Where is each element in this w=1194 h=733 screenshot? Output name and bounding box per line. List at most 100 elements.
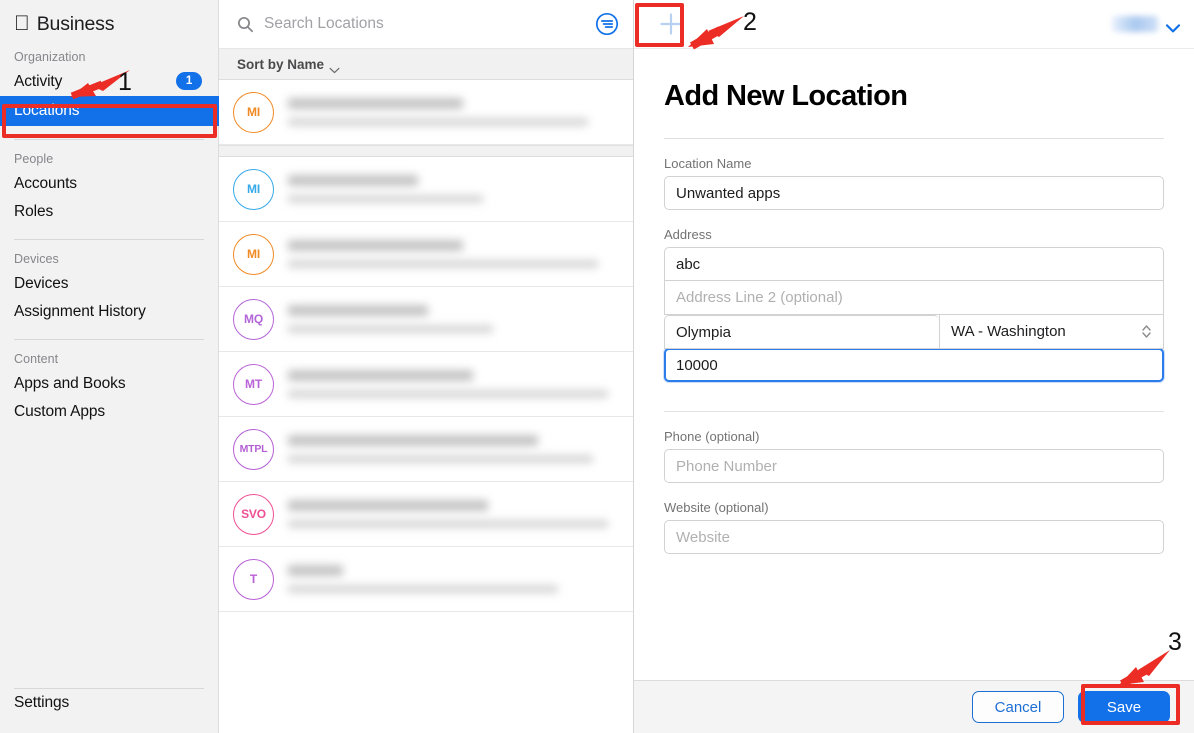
phone-field[interactable]: Phone Number — [664, 449, 1164, 483]
list-item-subtitle-blurred — [288, 585, 558, 593]
phone-label: Phone (optional) — [664, 429, 760, 444]
address-line1-field[interactable]: abc — [664, 247, 1164, 281]
address-line2-field[interactable]: Address Line 2 (optional) — [664, 281, 1164, 315]
search-bar — [219, 0, 633, 49]
sidebar-item-locations[interactable]: Locations — [0, 96, 219, 126]
list-group-separator — [219, 145, 633, 157]
account-menu[interactable] — [1112, 16, 1181, 33]
nav-group-label-content: Content — [14, 352, 59, 366]
list-item-subtitle-blurred — [288, 325, 493, 333]
sidebar-item-label-custom-apps: Custom Apps — [14, 403, 106, 420]
sidebar-item-assignment-history[interactable]: Assignment History — [14, 298, 218, 326]
avatar: MI — [233, 168, 274, 210]
sidebar-item-label-activity: Activity — [14, 73, 63, 90]
state-select-value: WA - Washington — [951, 323, 1066, 340]
sidebar-item-custom-apps[interactable]: Custom Apps — [14, 398, 218, 426]
list-item[interactable]: T — [219, 547, 633, 612]
nav-group-organization: Organization Activity 1 Locations — [0, 38, 219, 126]
sidebar-item-label-settings: Settings — [14, 694, 70, 711]
nav-group-people: People Accounts Roles — [0, 140, 218, 226]
list-item-title-blurred — [288, 175, 418, 186]
page-title: Add New Location — [664, 80, 908, 112]
cancel-button[interactable]: Cancel — [972, 691, 1064, 723]
chevron-down-icon — [1165, 20, 1181, 33]
list-item-text — [288, 370, 633, 398]
list-item-text — [288, 240, 633, 268]
list-item-subtitle-blurred — [288, 455, 593, 463]
title-divider — [664, 138, 1164, 139]
app-root:  Business Organization Activity 1 Locat… — [0, 0, 1194, 733]
filter-icon[interactable] — [595, 12, 619, 36]
stepper-icon — [1141, 323, 1152, 340]
list-item-subtitle-blurred — [288, 520, 608, 528]
list-item-title-blurred — [288, 565, 343, 576]
list-item-text — [288, 175, 633, 203]
list-item-subtitle-blurred — [288, 260, 598, 268]
nav-group-label-organization: Organization — [14, 50, 86, 64]
list-item-title-blurred — [288, 240, 463, 251]
avatar: MI — [233, 233, 274, 275]
website-label: Website (optional) — [664, 500, 769, 515]
apple-logo-icon:  — [14, 13, 30, 34]
city-field[interactable]: Olympia — [664, 315, 939, 349]
sort-bar[interactable]: Sort by Name — [219, 49, 633, 80]
address-stack: abc Address Line 2 (optional) Olympia WA… — [664, 247, 1164, 349]
sidebar-bottom: Settings — [0, 675, 218, 733]
sidebar-item-activity[interactable]: Activity 1 — [14, 68, 218, 96]
list-item[interactable]: MI — [219, 222, 633, 287]
zip-wrap: 10000 — [664, 348, 1164, 382]
location-name-field[interactable]: Unwanted apps — [664, 176, 1164, 210]
sort-by-label: Sort by Name — [237, 56, 325, 72]
nav-group-content: Content Apps and Books Custom Apps — [0, 340, 218, 426]
list-item-text — [288, 435, 633, 463]
list-item-title-blurred — [288, 370, 473, 381]
sidebar-item-label-accounts: Accounts — [14, 175, 77, 192]
add-location-button[interactable] — [658, 11, 684, 37]
list-item[interactable]: MI — [219, 80, 633, 145]
list-item-title-blurred — [288, 500, 488, 511]
sidebar-item-settings[interactable]: Settings — [14, 689, 218, 717]
save-button[interactable]: Save — [1078, 691, 1170, 723]
list-item-title-blurred — [288, 435, 538, 446]
avatar: MI — [233, 91, 274, 133]
search-input[interactable] — [264, 15, 585, 33]
avatar: MTPL — [233, 428, 274, 470]
locations-list[interactable]: MI MI MI MQ MT MTPL SVO T — [219, 80, 633, 733]
zip-field[interactable]: 10000 — [664, 348, 1164, 382]
state-select[interactable]: WA - Washington — [939, 315, 1164, 349]
list-item-text — [288, 305, 633, 333]
detail-topbar — [634, 0, 1194, 49]
sidebar-item-label-assignment-history: Assignment History — [14, 303, 146, 320]
list-item[interactable]: SVO — [219, 482, 633, 547]
avatar: MQ — [233, 298, 274, 340]
list-item[interactable]: MQ — [219, 287, 633, 352]
list-item-text — [288, 565, 633, 593]
activity-badge: 1 — [176, 72, 202, 90]
locations-list-column: Sort by Name MI MI MI MQ MT MTPL SVO T — [219, 0, 634, 733]
list-item-title-blurred — [288, 305, 428, 316]
sidebar-item-accounts[interactable]: Accounts — [14, 170, 218, 198]
list-item-title-blurred — [288, 98, 463, 109]
list-item-subtitle-blurred — [288, 118, 588, 126]
list-item-text — [288, 98, 633, 126]
detail-footer: Cancel Save — [634, 680, 1194, 733]
brand:  Business — [0, 0, 218, 38]
list-item[interactable]: MTPL — [219, 417, 633, 482]
sidebar:  Business Organization Activity 1 Locat… — [0, 0, 219, 733]
list-item-subtitle-blurred — [288, 390, 608, 398]
list-item[interactable]: MI — [219, 157, 633, 222]
sidebar-item-label-locations: Locations — [14, 102, 80, 119]
address-label: Address — [664, 227, 712, 242]
sidebar-item-roles[interactable]: Roles — [14, 198, 218, 226]
sidebar-item-devices[interactable]: Devices — [14, 270, 218, 298]
sidebar-item-label-apps-and-books: Apps and Books — [14, 375, 126, 392]
detail-panel: Add New Location Location Name Unwanted … — [634, 0, 1194, 733]
detail-body: Add New Location Location Name Unwanted … — [634, 49, 1194, 680]
brand-label: Business — [21, 12, 115, 35]
list-item-subtitle-blurred — [288, 195, 483, 203]
location-name-label: Location Name — [664, 156, 752, 171]
nav-group-label-devices: Devices — [14, 252, 59, 266]
website-field[interactable]: Website — [664, 520, 1164, 554]
sidebar-item-apps-and-books[interactable]: Apps and Books — [14, 370, 218, 398]
list-item[interactable]: MT — [219, 352, 633, 417]
